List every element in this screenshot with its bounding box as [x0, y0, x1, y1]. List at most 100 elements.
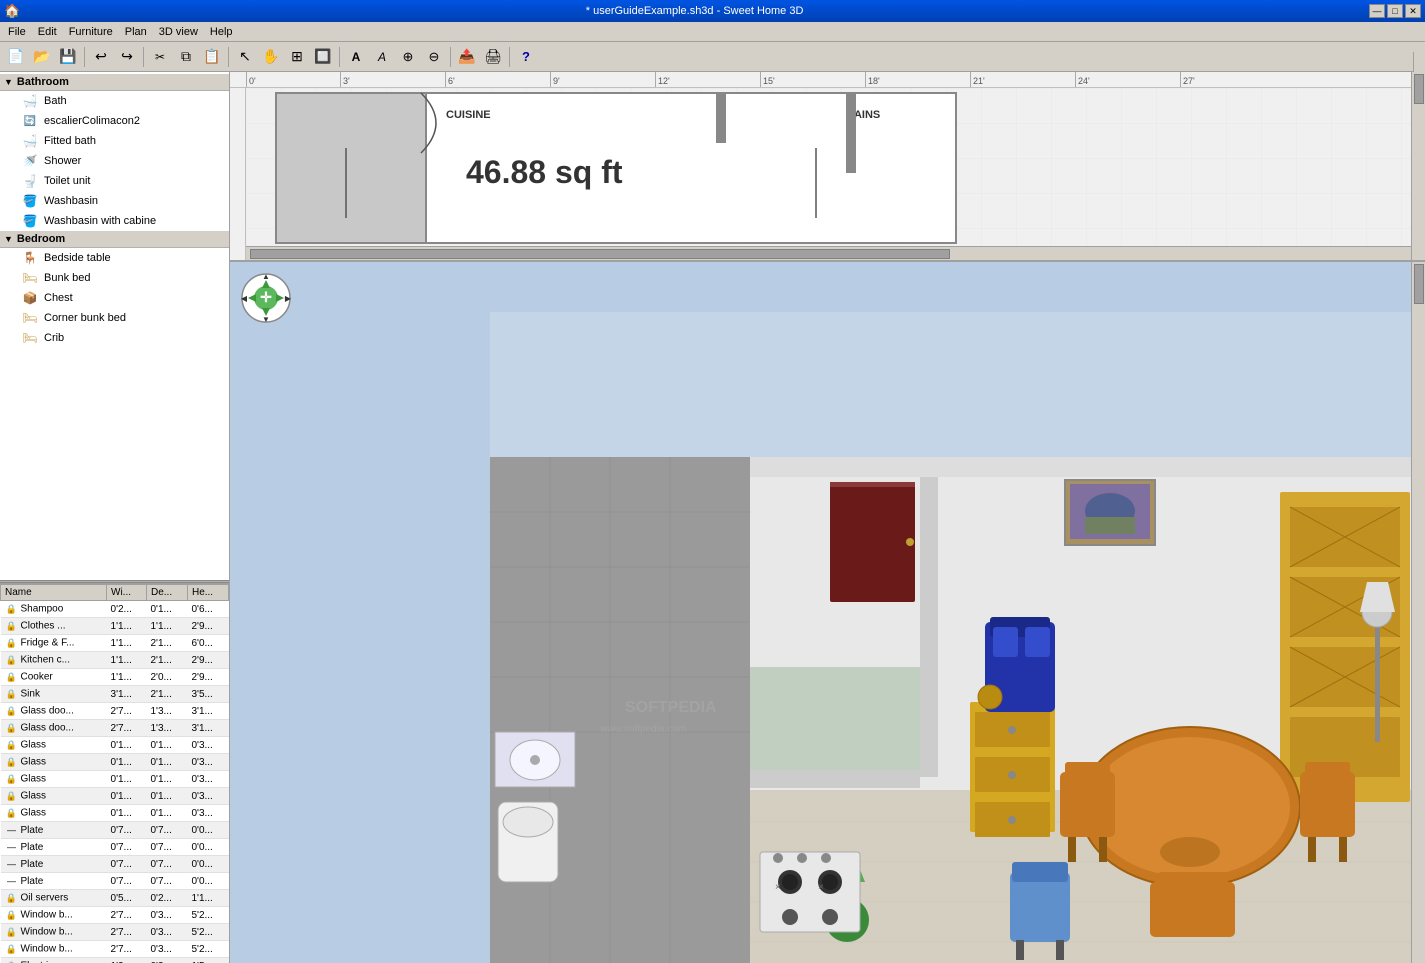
- new-button[interactable]: 📄: [4, 45, 28, 69]
- tree-item-bedside[interactable]: 🪑 Bedside table: [0, 248, 229, 268]
- table-row[interactable]: —Plate 0'7... 0'7... 0'0...: [1, 873, 229, 890]
- left-panel: ▼ Bathroom 🛁 Bath 🔄 escalierColimacon2 🛁…: [0, 72, 230, 963]
- table-row[interactable]: 🔒Clothes ... 1'1... 1'1... 2'9...: [1, 618, 229, 635]
- furniture-tree[interactable]: ▼ Bathroom 🛁 Bath 🔄 escalierColimacon2 🛁…: [0, 72, 229, 580]
- nav-control[interactable]: ✛ ▲ ▼ ◀ ▶: [240, 272, 292, 324]
- row-icon: 🔒: [5, 789, 19, 803]
- table-row[interactable]: 🔒Electric r... 1'2... 0'3... 1'5...: [1, 958, 229, 963]
- table-cell-name: 🔒Electric r...: [1, 958, 107, 963]
- table-row[interactable]: 🔒Glass doo... 2'7... 1'3... 3'1...: [1, 703, 229, 720]
- tree-item-bath[interactable]: 🛁 Bath: [0, 91, 229, 111]
- row-icon: 🔒: [5, 959, 19, 963]
- copy-button[interactable]: ⧉: [174, 45, 198, 69]
- view-3d[interactable]: ✛ ▲ ▼ ◀ ▶: [230, 262, 1425, 963]
- table-row[interactable]: 🔒Glass doo... 2'7... 1'3... 3'1...: [1, 720, 229, 737]
- fitted-bath-label: Fitted bath: [44, 135, 96, 147]
- menu-file[interactable]: File: [2, 24, 32, 40]
- table-row[interactable]: 🔒Window b... 2'7... 0'3... 5'2...: [1, 907, 229, 924]
- table-row[interactable]: 🔒Kitchen c... 1'1... 2'1... 2'9...: [1, 652, 229, 669]
- tree-item-crib[interactable]: 🛏 Crib: [0, 328, 229, 348]
- svg-text:▲: ▲: [262, 272, 270, 281]
- col-width[interactable]: Wi...: [107, 585, 147, 601]
- table-row[interactable]: 🔒Oil servers 0'5... 0'2... 1'1...: [1, 890, 229, 907]
- table-cell-name: 🔒Glass doo...: [1, 720, 107, 737]
- text-button[interactable]: A: [344, 45, 368, 69]
- table-row[interactable]: 🔒Shampoo 0'2... 0'1... 0'6...: [1, 601, 229, 618]
- plan-vscroll[interactable]: [1411, 72, 1425, 260]
- redo-button[interactable]: ↪: [115, 45, 139, 69]
- help-button[interactable]: ?: [514, 45, 538, 69]
- table-row[interactable]: 🔒Glass 0'1... 0'1... 0'3...: [1, 788, 229, 805]
- cut-button[interactable]: ✂: [148, 45, 172, 69]
- furniture-list[interactable]: Name Wi... De... He... 🔒Shampoo 0'2... 0…: [0, 583, 229, 963]
- open-button[interactable]: 📂: [30, 45, 54, 69]
- text-style-button[interactable]: A: [370, 45, 394, 69]
- save-button[interactable]: 💾: [56, 45, 80, 69]
- tree-item-washbasin-cabinet[interactable]: 🪣 Washbasin with cabine: [0, 211, 229, 231]
- table-row[interactable]: 🔒Fridge & F... 1'1... 2'1... 6'0...: [1, 635, 229, 652]
- tree-item-bunkbed[interactable]: 🛏 Bunk bed: [0, 268, 229, 288]
- tree-item-washbasin[interactable]: 🪣 Washbasin: [0, 191, 229, 211]
- table-row[interactable]: —Plate 0'7... 0'7... 0'0...: [1, 822, 229, 839]
- menu-help[interactable]: Help: [204, 24, 239, 40]
- maximize-button[interactable]: □: [1387, 4, 1403, 18]
- menu-edit[interactable]: Edit: [32, 24, 63, 40]
- plan-hscroll-thumb[interactable]: [250, 249, 950, 259]
- table-cell-width: 0'1...: [107, 771, 147, 788]
- add-furniture-button[interactable]: ⊞: [285, 45, 309, 69]
- table-cell-depth: 0'2...: [146, 890, 187, 907]
- table-row[interactable]: 🔒Glass 0'1... 0'1... 0'3...: [1, 805, 229, 822]
- plan-hscroll[interactable]: [246, 246, 1411, 260]
- tree-item-shower[interactable]: 🚿 Shower: [0, 151, 229, 171]
- canvas-2d[interactable]: CUISINE BAINS 46.88 sq ft: [246, 88, 1425, 260]
- tree-item-fitted-bath[interactable]: 🛁 Fitted bath: [0, 131, 229, 151]
- zoom-out-button[interactable]: ⊖: [422, 45, 446, 69]
- category-bathroom[interactable]: ▼ Bathroom: [0, 74, 229, 91]
- table-cell-depth: 0'1...: [146, 737, 187, 754]
- table-cell-height: 0'0...: [187, 873, 228, 890]
- plan-vscroll-thumb[interactable]: [1414, 74, 1424, 104]
- add-wall-button[interactable]: 🔲: [311, 45, 335, 69]
- table-cell-height: 2'9...: [187, 669, 228, 686]
- table-row[interactable]: 🔒Cooker 1'1... 2'0... 2'9...: [1, 669, 229, 686]
- minimize-button[interactable]: —: [1369, 4, 1385, 18]
- print-button[interactable]: 🖨: [481, 45, 505, 69]
- view3d-vscroll-thumb[interactable]: [1414, 264, 1424, 304]
- table-cell-name: 🔒Glass: [1, 771, 107, 788]
- select-button[interactable]: ↖: [233, 45, 257, 69]
- col-name[interactable]: Name: [1, 585, 107, 601]
- tree-item-corner-bunkbed[interactable]: 🛏 Corner bunk bed: [0, 308, 229, 328]
- category-bedroom[interactable]: ▼ Bedroom: [0, 231, 229, 248]
- pan-button[interactable]: ✋: [259, 45, 283, 69]
- table-row[interactable]: 🔒Glass 0'1... 0'1... 0'3...: [1, 754, 229, 771]
- zoom-in-button[interactable]: ⊕: [396, 45, 420, 69]
- view3d-vscroll[interactable]: [1411, 262, 1425, 963]
- table-row[interactable]: 🔒Sink 3'1... 2'1... 3'5...: [1, 686, 229, 703]
- tree-item-toilet[interactable]: 🚽 Toilet unit: [0, 171, 229, 191]
- table-row[interactable]: 🔒Glass 0'1... 0'1... 0'3...: [1, 737, 229, 754]
- tree-item-chest[interactable]: 📦 Chest: [0, 288, 229, 308]
- table-row[interactable]: —Plate 0'7... 0'7... 0'0...: [1, 856, 229, 873]
- tree-item-escalier[interactable]: 🔄 escalierColimacon2: [0, 111, 229, 131]
- menu-3dview[interactable]: 3D view: [153, 24, 204, 40]
- undo-button[interactable]: ↩: [89, 45, 113, 69]
- table-cell-height: 5'2...: [187, 924, 228, 941]
- export-button[interactable]: 📤: [455, 45, 479, 69]
- table-row[interactable]: 🔒Window b... 2'7... 0'3... 5'2...: [1, 924, 229, 941]
- close-button[interactable]: ✕: [1405, 4, 1421, 18]
- plan-2d-view[interactable]: 0' 3' 6' 9' 12' 15' 18' 21' 24' 27': [230, 72, 1425, 262]
- toilet-icon: 🚽: [20, 173, 40, 189]
- paste-button[interactable]: 📋: [200, 45, 224, 69]
- ruler-mark-0: 0': [246, 72, 256, 87]
- menu-plan[interactable]: Plan: [119, 24, 153, 40]
- table-cell-height: 0'3...: [187, 737, 228, 754]
- ruler-mark-6: 6': [445, 72, 455, 87]
- table-row[interactable]: 🔒Window b... 2'7... 0'3... 5'2...: [1, 941, 229, 958]
- table-cell-width: 2'7...: [107, 720, 147, 737]
- col-depth[interactable]: De...: [146, 585, 187, 601]
- col-height[interactable]: He...: [187, 585, 228, 601]
- table-row[interactable]: —Plate 0'7... 0'7... 0'0...: [1, 839, 229, 856]
- toolbar: 📄 📂 💾 ↩ ↪ ✂ ⧉ 📋 ↖ ✋ ⊞ 🔲 A A ⊕ ⊖ 📤 🖨 ?: [0, 42, 1425, 72]
- menu-furniture[interactable]: Furniture: [63, 24, 119, 40]
- table-row[interactable]: 🔒Glass 0'1... 0'1... 0'3...: [1, 771, 229, 788]
